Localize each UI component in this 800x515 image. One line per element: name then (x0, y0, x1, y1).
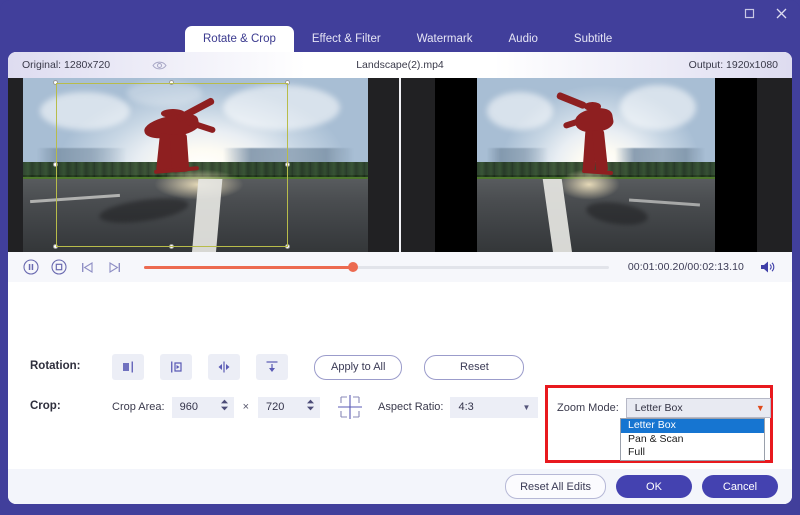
crop-width-value: 960 (179, 401, 198, 413)
zoom-mode-option-pan-scan[interactable]: Pan & Scan (621, 433, 764, 447)
tab-audio[interactable]: Audio (491, 26, 556, 52)
stepper-down-icon (307, 406, 315, 410)
rotate-right-button[interactable] (160, 354, 192, 380)
timecode-display: 00:01:00.20/00:02:13.10 (627, 261, 744, 273)
tab-effect-filter[interactable]: Effect & Filter (294, 26, 399, 52)
output-video-frame (477, 78, 715, 252)
info-bar: Landscape(2).mp4 Original: 1280x720 Outp… (8, 52, 792, 78)
cancel-button[interactable]: Cancel (702, 475, 778, 498)
crop-height-input[interactable]: 720 (258, 396, 321, 418)
tab-subtitle[interactable]: Subtitle (556, 26, 630, 52)
zoom-mode-select[interactable]: Letter Box ▼ (625, 398, 771, 418)
next-frame-icon[interactable] (104, 256, 126, 278)
ok-button[interactable]: OK (616, 475, 692, 498)
reset-rotation-button[interactable]: Reset (424, 354, 525, 380)
output-resolution: Output: 1920x1080 (688, 59, 778, 71)
preview-area (8, 78, 792, 252)
playback-controls: 00:01:00.20/00:02:13.10 (8, 252, 792, 283)
crop-controls: Crop Area: 960 × 720 Aspect Ratio: 4:3 ▼ (112, 394, 539, 420)
video-editor-window: Rotate & Crop Effect & Filter Watermark … (0, 0, 800, 515)
window-controls (740, 4, 790, 22)
crop-selection-box[interactable] (56, 83, 288, 247)
tab-bar: Rotate & Crop Effect & Filter Watermark … (0, 26, 800, 52)
zoom-mode-label: Zoom Mode: (557, 402, 619, 414)
controls-panel: Rotation: Apply to All Reset Crop: Crop … (8, 282, 792, 469)
zoom-mode-value: Letter Box (634, 402, 683, 414)
stepper-up-icon (220, 399, 228, 403)
chevron-down-icon: ▼ (755, 402, 765, 413)
aspect-ratio-value: 4:3 (458, 401, 474, 413)
aspect-ratio-select[interactable]: 4:3 ▼ (450, 396, 539, 418)
slider-thumb[interactable] (348, 262, 359, 272)
rotation-label: Rotation: (30, 360, 81, 372)
letterbox-bar-left (435, 78, 477, 252)
maximize-icon[interactable] (740, 4, 758, 22)
apply-to-all-button[interactable]: Apply to All (314, 354, 403, 380)
output-preview (400, 78, 792, 252)
close-icon[interactable] (772, 4, 790, 22)
editor-card: Landscape(2).mp4 Original: 1280x720 Outp… (8, 52, 792, 504)
zoom-mode-option-letter-box[interactable]: Letter Box (621, 419, 764, 433)
reset-all-edits-button[interactable]: Reset All Edits (505, 474, 606, 499)
rotation-buttons: Apply to All Reset (112, 354, 525, 380)
crop-area-label: Crop Area: (112, 401, 165, 413)
center-crop-icon[interactable] (336, 394, 364, 420)
zoom-mode-group: Zoom Mode: Letter Box ▼ Letter Box Pan &… (545, 385, 773, 463)
aspect-ratio-label: Aspect Ratio: (378, 401, 444, 413)
preview-divider (399, 78, 401, 252)
original-preview[interactable] (8, 78, 400, 252)
crop-width-stepper[interactable] (220, 399, 229, 411)
crop-width-input[interactable]: 960 (171, 396, 234, 418)
tab-rotate-crop[interactable]: Rotate & Crop (185, 26, 294, 52)
flip-horizontal-button[interactable] (208, 354, 240, 380)
pause-icon[interactable] (20, 256, 42, 278)
flip-vertical-button[interactable] (256, 354, 288, 380)
progress-slider[interactable] (144, 260, 609, 274)
dimension-separator: × (242, 401, 250, 413)
crop-label: Crop: (30, 400, 61, 412)
eye-icon[interactable] (152, 60, 167, 71)
previous-frame-icon[interactable] (76, 256, 98, 278)
volume-icon[interactable] (760, 260, 776, 274)
zoom-mode-option-full[interactable]: Full (621, 446, 764, 460)
dialog-footer: Reset All Edits OK Cancel (8, 469, 792, 504)
crop-height-stepper[interactable] (306, 399, 315, 411)
slider-fill (144, 266, 354, 269)
title-bar (0, 0, 800, 26)
stepper-up-icon (307, 399, 315, 403)
tab-watermark[interactable]: Watermark (399, 26, 491, 52)
letterbox-bar-right (715, 78, 757, 252)
stop-icon[interactable] (48, 256, 70, 278)
stepper-down-icon (220, 406, 228, 410)
crop-height-value: 720 (266, 401, 285, 413)
zoom-mode-dropdown[interactable]: Letter Box Pan & Scan Full (620, 418, 765, 461)
chevron-down-icon: ▼ (522, 402, 531, 412)
original-resolution: Original: 1280x720 (22, 59, 111, 71)
rotate-left-button[interactable] (112, 354, 144, 380)
